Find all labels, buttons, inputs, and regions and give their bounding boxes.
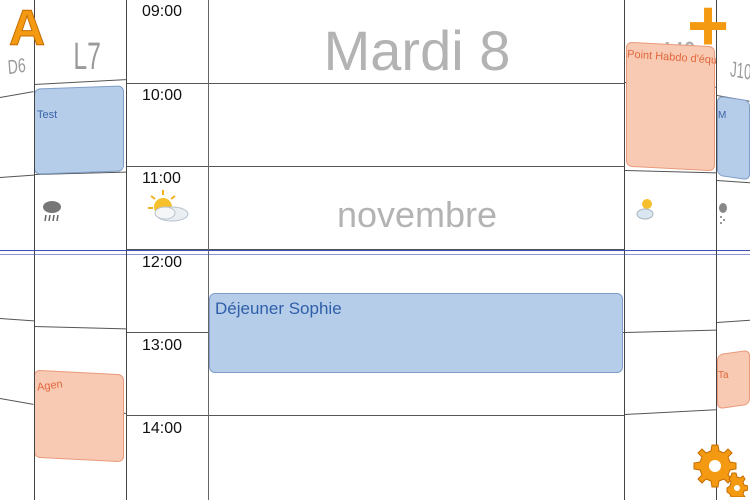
app-logo-button[interactable]: A — [8, 0, 45, 57]
calendar-view[interactable]: D6 L7 Test Agen 09:00 10:00 11:00 12:00 … — [0, 0, 750, 500]
time-label-1100: 11:00 — [142, 170, 181, 187]
day-header-d6: D6 — [7, 54, 27, 80]
time-label-0900: 09:00 — [142, 3, 183, 20]
time-label-1300: 13:00 — [142, 337, 183, 354]
partly-cloudy-icon — [635, 196, 655, 227]
day-title: Mardi 8 — [323, 19, 511, 82]
month-title: novembre — [336, 194, 498, 235]
event-m-label: M — [718, 110, 727, 121]
rain-cloud-icon — [41, 200, 63, 229]
day-column-thursday-10[interactable]: J10 M Ta — [717, 0, 750, 500]
partly-cloudy-icon — [145, 188, 191, 229]
event-test[interactable] — [34, 85, 124, 175]
add-event-button[interactable]: + — [687, 0, 729, 66]
event-m[interactable] — [717, 95, 750, 181]
time-label-1200: 12:00 — [142, 254, 183, 271]
event-ta-label: Ta — [718, 370, 729, 381]
snow-cloud-icon — [718, 202, 728, 231]
time-label-1000: 10:00 — [142, 87, 183, 104]
day-header-l7: L7 — [73, 36, 101, 78]
event-dejeuner-sophie-label: Déjeuner Sophie — [215, 299, 342, 318]
day-column-wednesday-9[interactable]: M9 Point Habdo d'équipe — [625, 0, 716, 500]
event-test-label: Test — [37, 109, 58, 121]
time-label-1400: 14:00 — [142, 420, 183, 437]
gear-icon[interactable] — [690, 439, 749, 500]
day-header-j10: J10 — [729, 56, 750, 85]
